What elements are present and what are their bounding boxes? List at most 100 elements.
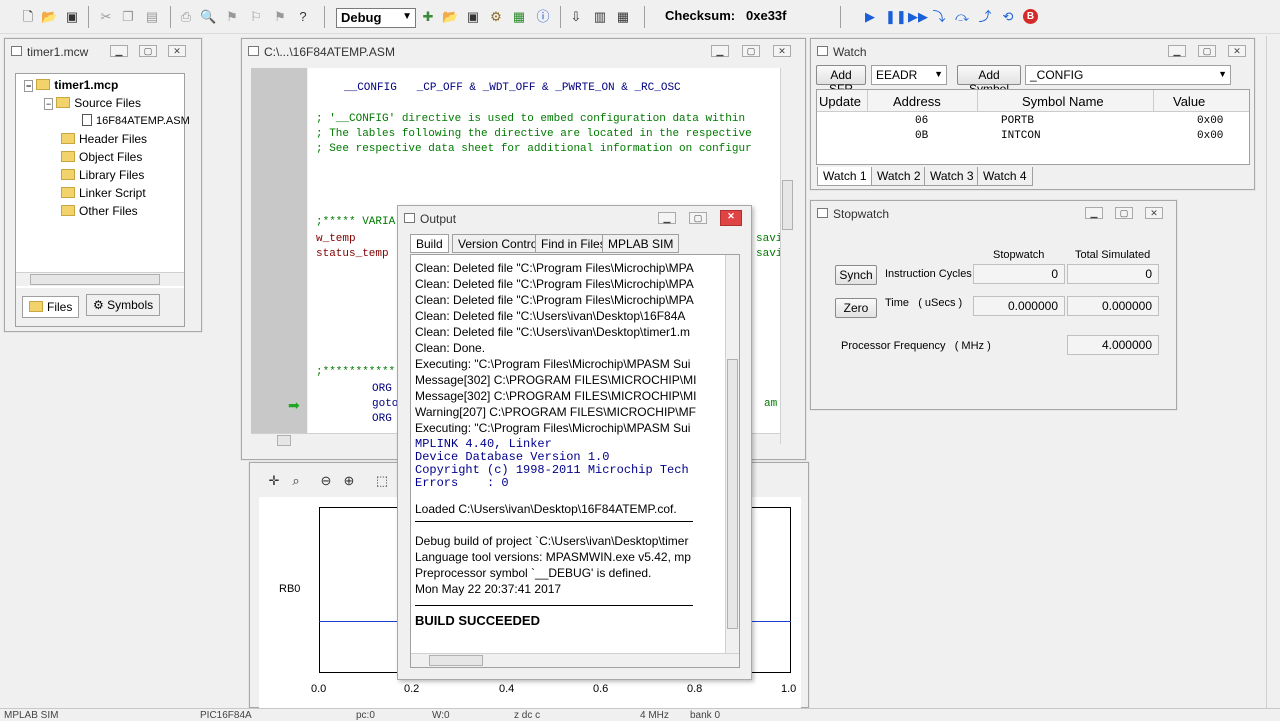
editor-vscrollbar[interactable] [780, 68, 794, 444]
close-button[interactable]: ✕ [773, 45, 791, 57]
tab-mplab-sim[interactable]: MPLAB SIM [602, 234, 680, 253]
zoom-in-icon[interactable]: ⊕ [341, 473, 357, 489]
tab-find-in-files[interactable]: Find in Files [535, 234, 612, 253]
breakpoint-icon[interactable]: B [1023, 9, 1038, 24]
processor-frequency-field[interactable]: 4.000000 [1067, 335, 1159, 355]
symbol-select[interactable]: _CONFIG ▼ [1025, 65, 1231, 85]
window-icon [11, 46, 22, 56]
tab-build[interactable]: Build [410, 234, 449, 253]
close-button[interactable]: ✕ [168, 45, 186, 57]
step-over-icon[interactable]: ⤼ [954, 9, 970, 25]
chip-icon[interactable]: ▦ [615, 9, 631, 25]
col-update[interactable]: Update [819, 94, 861, 109]
tab-version-control[interactable]: Version Control [452, 234, 547, 253]
col-address[interactable]: Address [893, 94, 941, 109]
editor-gutter[interactable] [251, 68, 307, 444]
build-output[interactable]: Clean: Deleted file "C:\Program Files\Mi… [410, 254, 740, 668]
build-icon[interactable]: ⚙ [488, 9, 504, 25]
find-next-icon[interactable]: ⚑ [224, 9, 240, 25]
close-button[interactable]: ✕ [1228, 45, 1246, 57]
tree-root[interactable]: − timer1.mcp [24, 78, 118, 92]
tree-item-library-files[interactable]: Library Files [61, 168, 144, 182]
table-row[interactable]: 0B INTCON 0x00 [817, 129, 1249, 143]
tree-item-linker-script[interactable]: Linker Script [61, 186, 146, 200]
maximize-button[interactable]: ▢ [139, 45, 157, 57]
memory-icon[interactable]: ▥ [592, 9, 608, 25]
step-into-icon[interactable]: ⤵ [931, 9, 947, 25]
window-icon [404, 213, 415, 223]
tab-watch-4[interactable]: Watch 4 [977, 167, 1033, 186]
build-config-value: Debug [341, 10, 382, 25]
col-symbol-name[interactable]: Symbol Name [1022, 94, 1104, 109]
add-sfr-button[interactable]: Add SFR [816, 65, 866, 96]
maximize-button[interactable]: ▢ [742, 45, 760, 57]
open-folder-icon[interactable]: 📂 [41, 9, 57, 25]
copy-icon[interactable]: ❐ [120, 9, 136, 25]
maximize-button[interactable]: ▢ [689, 212, 707, 224]
close-button[interactable]: ✕ [1145, 207, 1163, 219]
tree-item-object-files[interactable]: Object Files [61, 150, 142, 164]
tree-item-asm-file[interactable]: 16F84ATEMP.ASM [82, 114, 190, 127]
new-file-icon[interactable]: 🗋 [20, 9, 36, 25]
project-window: timer1.mcw ▁ ▢ ✕ − timer1.mcp − Source Fil… [4, 38, 202, 332]
output-vscrollbar[interactable] [725, 255, 739, 653]
status-bar: MPLAB SIM PIC16F84A pc:0 W:0 z dc c 4 MH… [0, 708, 1280, 721]
tab-files[interactable]: Files [22, 296, 80, 318]
output-hscrollbar[interactable] [411, 653, 739, 667]
tree-item-header-files[interactable]: Header Files [61, 132, 147, 146]
folder-icon [56, 97, 71, 108]
build-config-select[interactable]: Debug ▼ [336, 8, 416, 28]
tab-symbols[interactable]: ⚙ Symbols [86, 294, 161, 316]
add-symbol-button[interactable]: Add Symbol [957, 65, 1021, 96]
minimize-button[interactable]: ▁ [658, 212, 676, 224]
sfr-select[interactable]: EEADR ▼ [871, 65, 947, 85]
zoom-fit-icon[interactable]: ⌕ [288, 473, 304, 489]
close-button[interactable]: ✕ [720, 210, 742, 226]
zoom-out-icon[interactable]: ⊖ [318, 473, 334, 489]
program-icon[interactable]: ⇩ [568, 9, 584, 25]
checksum-value: 0xe33f [746, 8, 787, 23]
tree-item-source-files[interactable]: − Source Files [44, 96, 141, 110]
col-value[interactable]: Value [1173, 94, 1205, 109]
animate-icon[interactable]: ▶▶ [908, 9, 928, 25]
info-icon[interactable]: ⓘ [535, 9, 551, 25]
minimize-button[interactable]: ▁ [711, 45, 729, 57]
maximize-button[interactable]: ▢ [1198, 45, 1216, 57]
output-window: Output ▁ ▢ ✕ Build Version Control Find … [397, 205, 752, 680]
save-workspace-icon[interactable]: ▣ [465, 9, 481, 25]
cut-icon[interactable]: ✂ [98, 9, 114, 25]
paste-icon[interactable]: ▤ [144, 9, 160, 25]
tab-watch-2[interactable]: Watch 2 [871, 167, 927, 186]
open-project-icon[interactable]: 📂 [442, 9, 458, 25]
tree-hscrollbar[interactable] [16, 272, 184, 286]
minimize-button[interactable]: ▁ [1085, 207, 1103, 219]
checksum-label: Checksum: [665, 8, 736, 23]
watch-window: Watch ▁ ▢ ✕ Add SFR EEADR ▼ Add Symbol _… [810, 38, 1255, 190]
synch-button[interactable]: Synch [835, 265, 877, 285]
workspace-vscrollbar[interactable] [1266, 36, 1280, 708]
minimize-button[interactable]: ▁ [110, 45, 128, 57]
save-icon[interactable]: ▣ [64, 9, 80, 25]
build-all-icon[interactable]: ▦ [511, 9, 527, 25]
run-icon[interactable]: ▶ [862, 9, 878, 25]
tab-watch-1[interactable]: Watch 1 [817, 167, 873, 186]
minimize-button[interactable]: ▁ [1168, 45, 1186, 57]
tab-watch-3[interactable]: Watch 3 [924, 167, 980, 186]
zero-button[interactable]: Zero [835, 298, 877, 318]
bookmark-icon[interactable]: ⚐ [248, 9, 264, 25]
replace-icon[interactable]: ⚑ [272, 9, 288, 25]
maximize-button[interactable]: ▢ [1115, 207, 1133, 219]
help-icon[interactable]: ? [295, 9, 311, 25]
chevron-down-icon: ▼ [934, 69, 943, 79]
halt-icon[interactable]: ❚❚ [885, 9, 907, 25]
move-cursor-icon[interactable]: ✛ [266, 473, 282, 489]
step-out-icon[interactable]: ⤴ [977, 9, 993, 25]
table-row[interactable]: 06 PORTB 0x00 [817, 114, 1249, 128]
folder-icon [61, 151, 75, 162]
tree-item-other-files[interactable]: Other Files [61, 204, 138, 218]
select-region-icon[interactable]: ⬚ [374, 473, 390, 489]
find-icon[interactable]: 🔍 [200, 9, 216, 25]
new-project-icon[interactable]: ✚ [420, 9, 436, 25]
print-icon[interactable]: ⎙ [178, 9, 194, 25]
reset-icon[interactable]: ⟲ [1000, 9, 1016, 25]
